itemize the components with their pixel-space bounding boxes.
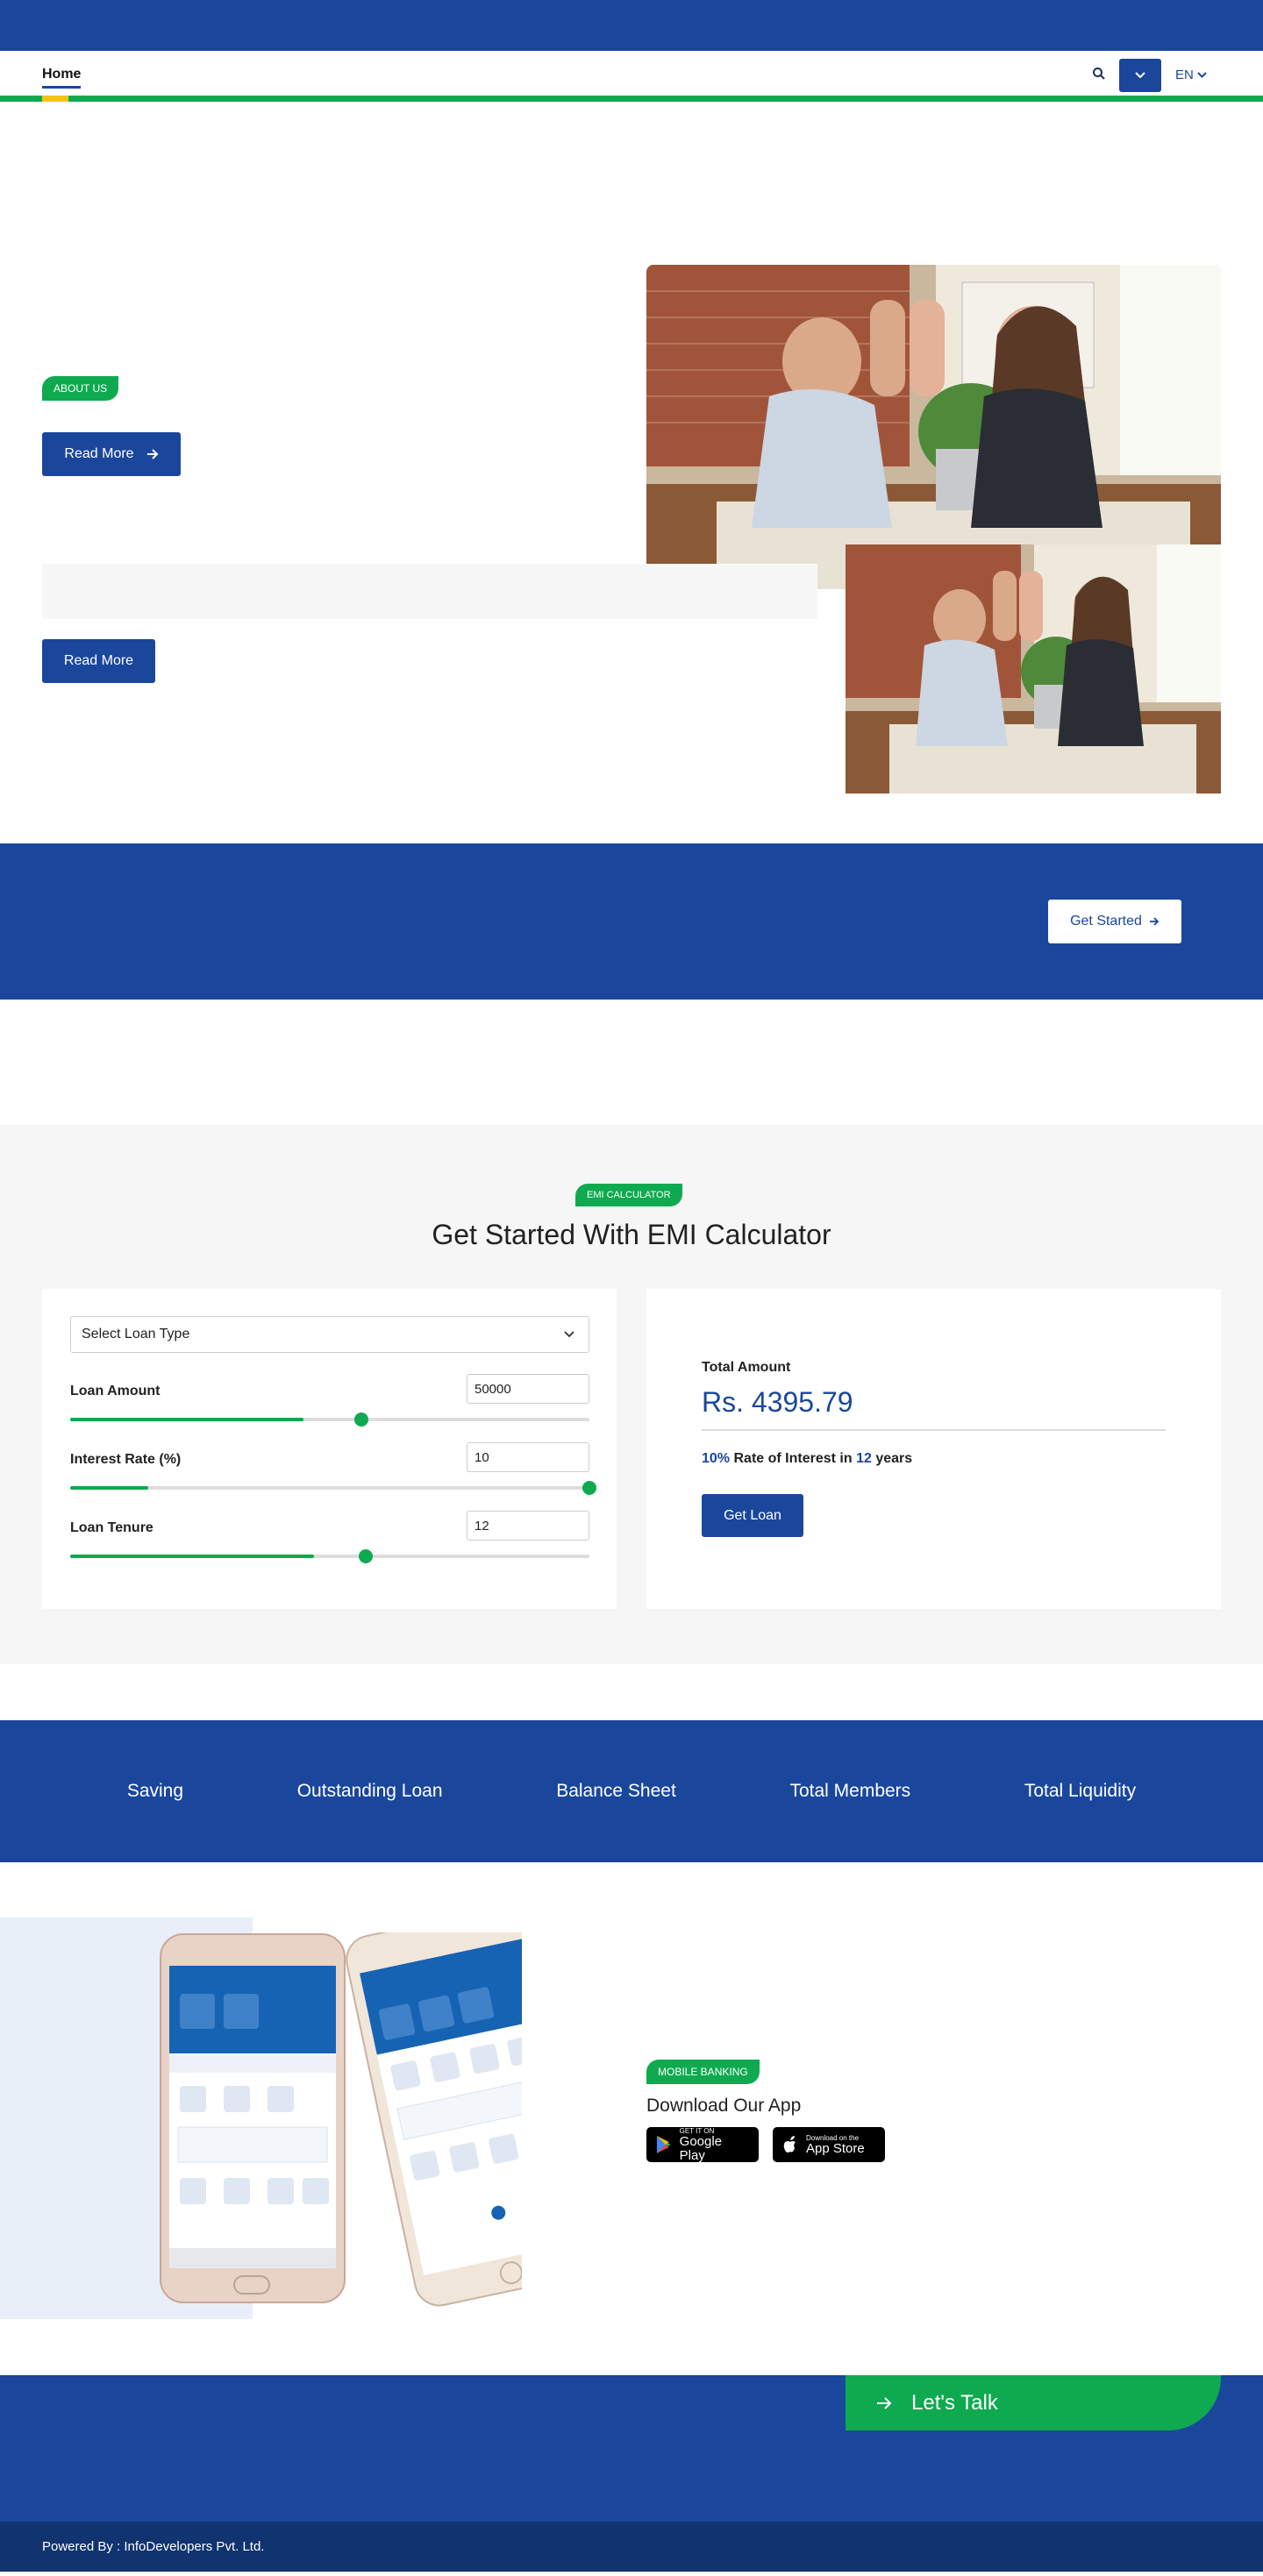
chevron-down-icon (564, 1331, 574, 1338)
total-amount-value: Rs. 4395.79 (702, 1386, 1166, 1431)
main-navbar: Home EN (0, 51, 1263, 102)
slider-fill (70, 1418, 304, 1421)
footer-band: Let's Talk (0, 2375, 1263, 2522)
mobile-app-section: MOBILE BANKING Download Our App GET IT O… (0, 1862, 1263, 2375)
emi-input-card: Select Loan Type Loan Amount Interest Ra… (42, 1289, 617, 1609)
language-selector[interactable]: EN (1175, 68, 1207, 82)
interest-rate-input[interactable] (467, 1442, 589, 1472)
stat-outstanding-loan: Outstanding Loan (296, 1781, 443, 1801)
info-photo-high-five (846, 544, 1221, 793)
emi-result-card: Total Amount Rs. 4395.79 10% Rate of Int… (646, 1289, 1221, 1609)
get-started-button[interactable]: Get Started (1048, 900, 1181, 943)
slider-thumb[interactable] (582, 1481, 596, 1495)
years-text: years (875, 1451, 913, 1466)
mobile-banking-tag: MOBILE BANKING (646, 2060, 760, 2084)
get-started-label: Get Started (1070, 914, 1142, 929)
app-store-big-text: App Store (806, 2140, 865, 2156)
arrow-right-icon (146, 449, 158, 459)
interest-rate-row: Interest Rate (%) (70, 1442, 596, 1495)
phone-mockup-image (153, 1904, 606, 2345)
info-section: Read More (0, 489, 1263, 843)
about-section: ABOUT US Read More (0, 102, 1263, 589)
loan-tenure-row: Loan Tenure (70, 1511, 589, 1563)
info-text-block (42, 564, 817, 619)
chevron-down-icon (1197, 72, 1207, 78)
loan-type-placeholder: Select Loan Type (82, 1327, 190, 1341)
app-store-button[interactable]: Download on the App Store (773, 2127, 885, 2162)
stats-band: Saving Outstanding Loan Balance Sheet To… (0, 1720, 1263, 1862)
slider-thumb[interactable] (353, 1413, 368, 1427)
search-icon[interactable] (1092, 67, 1106, 81)
interest-rate-label: Interest Rate (%) (70, 1452, 182, 1467)
slider-fill (70, 1555, 315, 1558)
loan-tenure-slider[interactable] (70, 1549, 589, 1563)
language-label: EN (1175, 68, 1194, 82)
stat-balance-sheet: Balance Sheet (556, 1781, 676, 1801)
nav-accent-bar (42, 96, 68, 102)
stat-saving: Saving (126, 1781, 184, 1801)
arrow-right-icon (1149, 917, 1160, 926)
emi-tag: EMI CALCULATOR (575, 1184, 682, 1206)
slider-fill (70, 1486, 148, 1490)
powered-by-text: Powered By : InfoDevelopers Pvt. Ltd. (42, 2539, 265, 2554)
interest-rate-slider[interactable] (70, 1481, 596, 1495)
rate-summary: 10% Rate of Interest in 12 years (702, 1451, 912, 1467)
loan-amount-slider[interactable] (70, 1413, 589, 1427)
loan-amount-row: Loan Amount (70, 1374, 589, 1427)
lets-talk-label: Let's Talk (911, 2390, 998, 2415)
arrow-right-icon (877, 2396, 892, 2409)
chevron-down-icon (1135, 72, 1145, 79)
google-play-icon (656, 2136, 671, 2153)
about-tag: ABOUT US (42, 376, 119, 401)
loan-tenure-label: Loan Tenure (70, 1520, 153, 1535)
lets-talk-button[interactable]: Let's Talk (846, 2375, 1221, 2430)
cta-band: Get Started (0, 843, 1263, 1000)
footer-bottom: Powered By : InfoDevelopers Pvt. Ltd. (0, 2522, 1263, 2572)
rate-percent: 10% (702, 1451, 731, 1466)
get-loan-button[interactable]: Get Loan (702, 1494, 803, 1537)
slider-thumb[interactable] (359, 1549, 374, 1563)
emi-title: Get Started With EMI Calculator (432, 1219, 831, 1250)
loan-amount-label: Loan Amount (70, 1384, 161, 1398)
nav-home-link[interactable]: Home (42, 67, 82, 89)
about-read-more-button[interactable]: Read More (42, 432, 181, 476)
google-play-big-text: Google Play (679, 2133, 723, 2163)
stat-total-liquidity: Total Liquidity (1024, 1781, 1137, 1801)
stat-total-members: Total Members (789, 1781, 911, 1801)
nav-dropdown-button[interactable] (1119, 59, 1161, 92)
google-play-button[interactable]: GET IT ON Google Play (646, 2127, 759, 2162)
top-bar (0, 0, 1263, 51)
loan-tenure-input[interactable] (467, 1511, 589, 1541)
read-more-label: Read More (63, 653, 134, 668)
apple-icon (783, 2136, 796, 2153)
total-amount-label: Total Amount (702, 1360, 791, 1375)
loan-type-select[interactable]: Select Loan Type (70, 1316, 589, 1353)
download-app-title: Download Our App (646, 2096, 802, 2116)
rate-text: Rate of Interest in (733, 1451, 853, 1466)
years-value: 12 (856, 1451, 872, 1466)
read-more-label: Read More (64, 446, 134, 461)
info-read-more-button[interactable]: Read More (42, 639, 155, 683)
emi-calculator-section: EMI CALCULATOR Get Started With EMI Calc… (0, 1125, 1263, 1664)
loan-amount-input[interactable] (467, 1374, 589, 1404)
